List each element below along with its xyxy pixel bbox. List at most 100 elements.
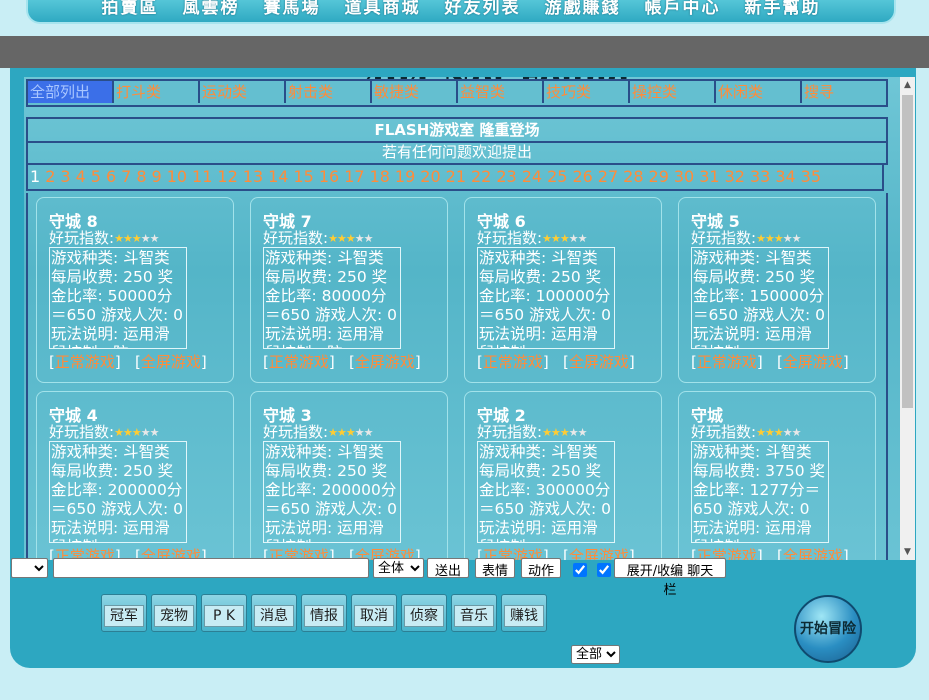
category-tab[interactable]: 射击类	[286, 81, 372, 103]
fullscreen-game-link[interactable]: 全屏游戏	[569, 353, 629, 371]
bottom-filter-select[interactable]: 全部	[571, 645, 620, 664]
category-tab[interactable]: 运动类	[200, 81, 286, 103]
page-link[interactable]: 1	[30, 167, 40, 186]
page-link[interactable]: 23	[496, 167, 516, 186]
action-button[interactable]: 动作	[521, 558, 561, 579]
page-link[interactable]: 19	[395, 167, 415, 186]
game-thumbnail[interactable]: 游戏种类: 斗智类 每局收费: 250 奖金比率: 200000分＝650 游戏…	[263, 441, 401, 543]
game-thumbnail[interactable]: 游戏种类: 斗智类 每局收费: 250 奖金比率: 50000分＝650 游戏人…	[49, 247, 187, 349]
page-link[interactable]: 7	[121, 167, 131, 186]
game-thumbnail[interactable]: 游戏种类: 斗智类 每局收费: 250 奖金比率: 80000分＝650 游戏人…	[263, 247, 401, 349]
fullscreen-game-link[interactable]: 全屏游戏	[355, 353, 415, 371]
page-link[interactable]: 25	[547, 167, 567, 186]
page-link[interactable]: 8	[136, 167, 146, 186]
page-link[interactable]: 16	[319, 167, 339, 186]
page-link[interactable]: 22	[471, 167, 491, 186]
toggle-chat-button[interactable]: 展开/收编 聊天栏	[614, 558, 726, 598]
category-tab[interactable]: 打斗类	[114, 81, 200, 103]
game-thumbnail[interactable]: 游戏种类: 斗智类 每局收费: 250 奖金比率: 100000分＝650 游戏…	[477, 247, 615, 349]
game-thumbnail[interactable]: 游戏种类: 斗智类 每局收费: 250 奖金比率: 200000分＝650 游戏…	[49, 441, 187, 543]
page-link[interactable]: 9	[152, 167, 162, 186]
fullscreen-game-link[interactable]: 全屏游戏	[783, 353, 843, 371]
star-icon: ★	[114, 232, 124, 245]
star-icon: ★	[363, 232, 374, 245]
page-link[interactable]: 35	[801, 167, 821, 186]
normal-game-link[interactable]: 正常游戏	[697, 353, 757, 371]
page-link[interactable]: 3	[60, 167, 70, 186]
action-button[interactable]: 音乐	[451, 594, 497, 632]
category-tab[interactable]: 搜寻	[802, 81, 886, 103]
chat-scope-select[interactable]: 全体	[373, 558, 424, 578]
rating-label: 好玩指数:	[691, 423, 757, 441]
page-link[interactable]: 5	[91, 167, 101, 186]
page-link[interactable]: 15	[293, 167, 313, 186]
page-link[interactable]: 18	[370, 167, 390, 186]
page-link[interactable]: 2	[45, 167, 55, 186]
category-tab[interactable]: 休闲类	[716, 81, 802, 103]
page-link[interactable]: 4	[76, 167, 86, 186]
action-button[interactable]: P K	[201, 594, 247, 632]
page-link[interactable]: 24	[522, 167, 542, 186]
scroll-thumb[interactable]	[902, 95, 913, 408]
action-button[interactable]: 取消	[351, 594, 397, 632]
chat-input[interactable]	[53, 558, 369, 578]
game-thumbnail[interactable]: 游戏种类: 斗智类 每局收费: 3750 奖金比率: 1277分＝650 游戏人…	[691, 441, 829, 543]
page-link[interactable]: 20	[420, 167, 440, 186]
rating-stars: ★★★★★	[542, 426, 587, 439]
page-link[interactable]: 21	[446, 167, 466, 186]
normal-game-link[interactable]: 正常游戏	[269, 353, 329, 371]
page-link[interactable]: 10	[167, 167, 187, 186]
action-button[interactable]: 侦察	[401, 594, 447, 632]
page-link[interactable]: 11	[192, 167, 212, 186]
fullscreen-game-link[interactable]: 全屏游戏	[141, 353, 201, 371]
chat-target-select[interactable]	[11, 558, 48, 578]
game-thumbnail[interactable]: 游戏种类: 斗智类 每局收费: 250 奖金比率: 150000分＝650 游戏…	[691, 247, 829, 349]
action-button[interactable]: 冠军	[101, 594, 147, 632]
category-tab[interactable]: 益智类	[458, 81, 544, 103]
page-link[interactable]: 31	[699, 167, 719, 186]
top-nav-item[interactable]: 拍賣區	[102, 0, 159, 17]
page-link[interactable]: 33	[750, 167, 770, 186]
page-link[interactable]: 14	[268, 167, 288, 186]
vertical-scrollbar[interactable]: ▲ ▼	[900, 77, 915, 560]
page-link[interactable]: 34	[775, 167, 795, 186]
action-button[interactable]: 赚钱	[501, 594, 547, 632]
page-link[interactable]: 29	[649, 167, 669, 186]
page-link[interactable]: 32	[725, 167, 745, 186]
action-button[interactable]: 消息	[251, 594, 297, 632]
top-nav-item[interactable]: 風雲榜	[183, 0, 240, 17]
page-link[interactable]: 27	[598, 167, 618, 186]
category-tab[interactable]: 敏捷类	[372, 81, 458, 103]
chat-checkbox-1[interactable]	[573, 563, 587, 577]
page-link[interactable]: 13	[243, 167, 263, 186]
chat-checkbox-2[interactable]	[597, 563, 611, 577]
game-card: 守城 3 好玩指数:★★★★★ 游戏种类: 斗智类 每局收费: 250 奖金比率…	[250, 391, 448, 560]
top-nav-item[interactable]: 道具商城	[345, 0, 421, 17]
page-link[interactable]: 26	[572, 167, 592, 186]
page-link[interactable]: 12	[217, 167, 237, 186]
scroll-up-icon[interactable]: ▲	[900, 77, 915, 93]
send-button[interactable]: 送出	[427, 558, 469, 579]
top-nav-item[interactable]: 新手幫助	[745, 0, 821, 17]
top-nav-item[interactable]: 好友列表	[445, 0, 521, 17]
emote-button[interactable]: 表情	[475, 558, 515, 579]
game-thumbnail[interactable]: 游戏种类: 斗智类 每局收费: 250 奖金比率: 300000分＝650 游戏…	[477, 441, 615, 543]
normal-game-link[interactable]: 正常游戏	[483, 353, 543, 371]
top-nav-item[interactable]: 游戲賺錢	[545, 0, 621, 17]
category-tab[interactable]: 操控类	[630, 81, 716, 103]
top-nav-item[interactable]: 帳戶中心	[645, 0, 721, 17]
category-tab[interactable]: 全部列出	[28, 81, 114, 103]
top-nav-item[interactable]: 賽馬場	[264, 0, 321, 17]
rating-stars: ★★★★★	[328, 232, 374, 245]
page-link[interactable]: 28	[623, 167, 643, 186]
action-button[interactable]: 宠物	[151, 594, 197, 632]
star-icon: ★	[782, 426, 793, 439]
page-link[interactable]: 17	[344, 167, 364, 186]
start-adventure-button[interactable]: 开始冒险	[794, 595, 862, 663]
category-tab[interactable]: 技巧类	[544, 81, 630, 103]
normal-game-link[interactable]: 正常游戏	[55, 353, 115, 371]
page-link[interactable]: 30	[674, 167, 694, 186]
action-button[interactable]: 情报	[301, 594, 347, 632]
page-link[interactable]: 6	[106, 167, 116, 186]
game-card: 守城 好玩指数:★★★★★ 游戏种类: 斗智类 每局收费: 3750 奖金比率:…	[678, 391, 876, 560]
